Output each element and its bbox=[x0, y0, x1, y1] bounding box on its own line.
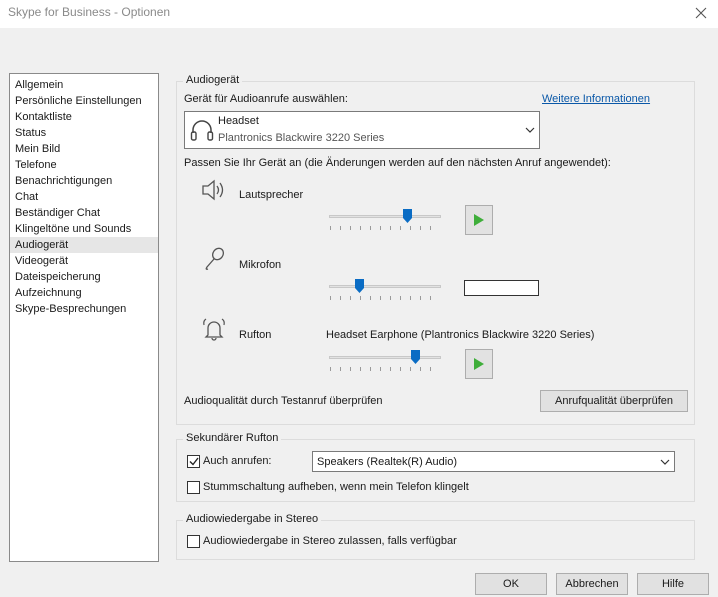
title-bar: Skype for Business - Optionen bbox=[0, 0, 718, 28]
microphone-slider-thumb[interactable] bbox=[355, 279, 364, 293]
ringer-slider-track bbox=[329, 356, 441, 359]
nav-item[interactable]: Audiogerät bbox=[10, 237, 158, 253]
audio-device-select[interactable]: Headset Plantronics Blackwire 3220 Serie… bbox=[184, 111, 540, 149]
options-nav-list: Allgemein Persönliche Einstellungen Kontak… bbox=[9, 73, 159, 562]
play-icon bbox=[474, 358, 484, 370]
bell-icon bbox=[203, 318, 225, 341]
device-name: Headset bbox=[218, 115, 259, 127]
microphone-level-meter bbox=[464, 280, 539, 296]
nav-item[interactable]: Skype-Besprechungen bbox=[10, 301, 158, 317]
also-ring-device-select[interactable]: Speakers (Realtek(R) Audio) bbox=[312, 451, 675, 472]
also-ring-checkbox[interactable] bbox=[187, 455, 200, 468]
check-call-quality-button[interactable]: Anrufqualität überprüfen bbox=[540, 390, 688, 412]
microphone-label: Mikrofon bbox=[239, 259, 282, 271]
speaker-slider-track bbox=[329, 215, 441, 218]
more-info-link[interactable]: Weitere Informationen bbox=[542, 93, 650, 105]
speaker-slider-thumb[interactable] bbox=[403, 209, 412, 223]
select-device-label: Gerät für Audioanrufe auswählen: bbox=[184, 93, 348, 105]
window-title: Skype for Business - Optionen bbox=[8, 5, 171, 19]
ringer-slider-thumb[interactable] bbox=[411, 350, 420, 364]
nav-item[interactable]: Aufzeichnung bbox=[10, 285, 158, 301]
ok-button[interactable]: OK bbox=[475, 573, 547, 595]
ringer-label: Rufton bbox=[239, 329, 272, 341]
microphone-slider-track bbox=[329, 285, 441, 288]
unmute-label: Stummschaltung aufheben, wenn mein Telef… bbox=[203, 481, 469, 493]
audio-device-group-label: Audiogerät bbox=[183, 74, 243, 86]
speaker-play-button[interactable] bbox=[465, 205, 493, 235]
nav-item[interactable]: Beständiger Chat bbox=[10, 205, 158, 221]
nav-item[interactable]: Kontaktliste bbox=[10, 109, 158, 125]
chevron-down-icon bbox=[525, 127, 535, 133]
customize-device-label: Passen Sie Ihr Gerät an (die Änderungen … bbox=[184, 157, 611, 169]
stereo-allow-checkbox[interactable] bbox=[187, 535, 200, 548]
also-ring-device-value: Speakers (Realtek(R) Audio) bbox=[317, 456, 458, 468]
speaker-slider-ticks bbox=[330, 226, 440, 230]
nav-item[interactable]: Chat bbox=[10, 189, 158, 205]
check-icon bbox=[189, 457, 199, 466]
speaker-volume-slider[interactable] bbox=[329, 209, 441, 235]
nav-item[interactable]: Persönliche Einstellungen bbox=[10, 93, 158, 109]
microphone-slider-ticks bbox=[330, 296, 440, 300]
test-call-label: Audioqualität durch Testanruf überprüfen bbox=[184, 395, 383, 407]
nav-item[interactable]: Klingeltöne und Sounds bbox=[10, 221, 158, 237]
unmute-checkbox[interactable] bbox=[187, 481, 200, 494]
speaker-label: Lautsprecher bbox=[239, 189, 304, 201]
help-button[interactable]: Hilfe bbox=[637, 573, 709, 595]
secondary-ringer-group-label: Sekundärer Rufton bbox=[183, 432, 282, 444]
ringer-volume-slider[interactable] bbox=[329, 350, 441, 376]
microphone-volume-slider[interactable] bbox=[329, 279, 441, 305]
play-icon bbox=[474, 214, 484, 226]
also-ring-label: Auch anrufen: bbox=[203, 455, 272, 467]
ringer-play-button[interactable] bbox=[465, 349, 493, 379]
headset-icon bbox=[190, 120, 214, 141]
speaker-icon bbox=[202, 179, 224, 201]
ringer-slider-ticks bbox=[330, 367, 440, 371]
nav-item[interactable]: Allgemein bbox=[10, 77, 158, 93]
close-button[interactable] bbox=[690, 2, 712, 24]
ringer-device: Headset Earphone (Plantronics Blackwire … bbox=[326, 329, 595, 341]
nav-item[interactable]: Benachrichtigungen bbox=[10, 173, 158, 189]
cancel-button[interactable]: Abbrechen bbox=[556, 573, 628, 595]
stereo-allow-label: Audiowiedergabe in Stereo zulassen, fall… bbox=[203, 535, 457, 547]
nav-item[interactable]: Videogerät bbox=[10, 253, 158, 269]
nav-item[interactable]: Dateispeicherung bbox=[10, 269, 158, 285]
chevron-down-icon bbox=[660, 459, 670, 465]
close-icon bbox=[695, 7, 707, 19]
nav-item[interactable]: Telefone bbox=[10, 157, 158, 173]
nav-item[interactable]: Mein Bild bbox=[10, 141, 158, 157]
nav-item[interactable]: Status bbox=[10, 125, 158, 141]
device-model: Plantronics Blackwire 3220 Series bbox=[218, 132, 385, 144]
stereo-playback-group-label: Audiowiedergabe in Stereo bbox=[183, 513, 322, 525]
microphone-icon bbox=[205, 247, 224, 270]
